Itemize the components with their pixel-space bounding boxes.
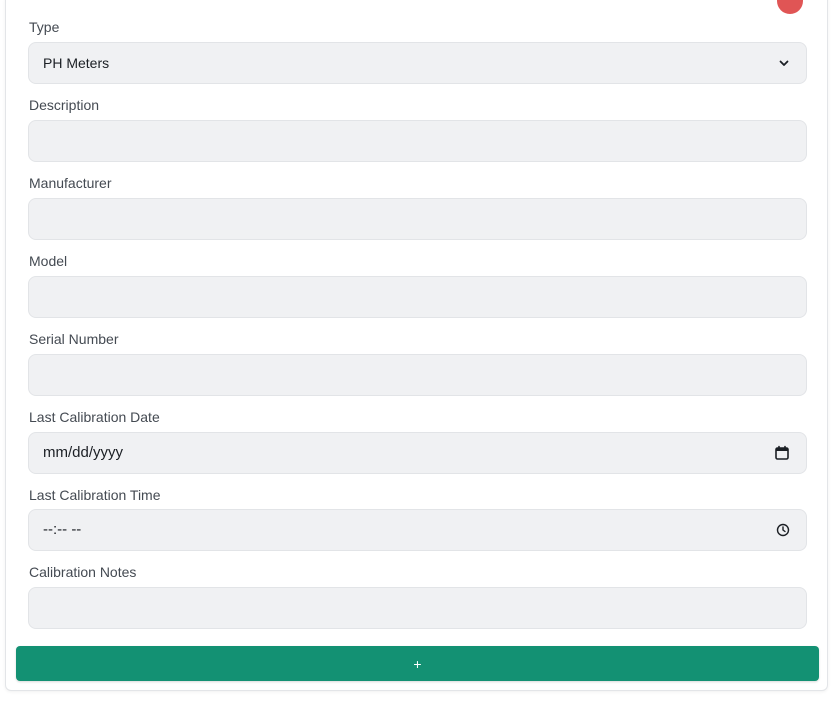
add-button[interactable]: + bbox=[16, 646, 819, 681]
type-label: Type bbox=[29, 19, 60, 35]
serial-number-input[interactable] bbox=[28, 354, 807, 396]
model-input[interactable] bbox=[28, 276, 807, 318]
calibration-notes-input[interactable] bbox=[28, 587, 807, 629]
chevron-down-icon bbox=[778, 57, 790, 69]
serial-number-label: Serial Number bbox=[29, 331, 119, 347]
last-calibration-time-input[interactable]: --:-- -- bbox=[28, 509, 807, 551]
time-placeholder: --:-- -- bbox=[43, 521, 82, 538]
description-label: Description bbox=[29, 97, 100, 113]
last-calibration-date-label: Last Calibration Date bbox=[29, 409, 160, 425]
type-select-value: PH Meters bbox=[43, 55, 110, 71]
calibration-notes-label: Calibration Notes bbox=[29, 564, 137, 580]
date-placeholder: mm/dd/yyyy bbox=[43, 444, 124, 461]
calendar-icon[interactable] bbox=[774, 445, 790, 461]
manufacturer-input[interactable] bbox=[28, 198, 807, 240]
manufacturer-label: Manufacturer bbox=[29, 175, 112, 191]
last-calibration-time-label: Last Calibration Time bbox=[29, 487, 161, 503]
clock-icon[interactable] bbox=[776, 523, 790, 537]
last-calibration-date-input[interactable]: mm/dd/yyyy bbox=[28, 432, 807, 474]
description-input[interactable] bbox=[28, 120, 807, 162]
type-select[interactable]: PH Meters bbox=[28, 42, 807, 84]
model-label: Model bbox=[29, 253, 68, 269]
